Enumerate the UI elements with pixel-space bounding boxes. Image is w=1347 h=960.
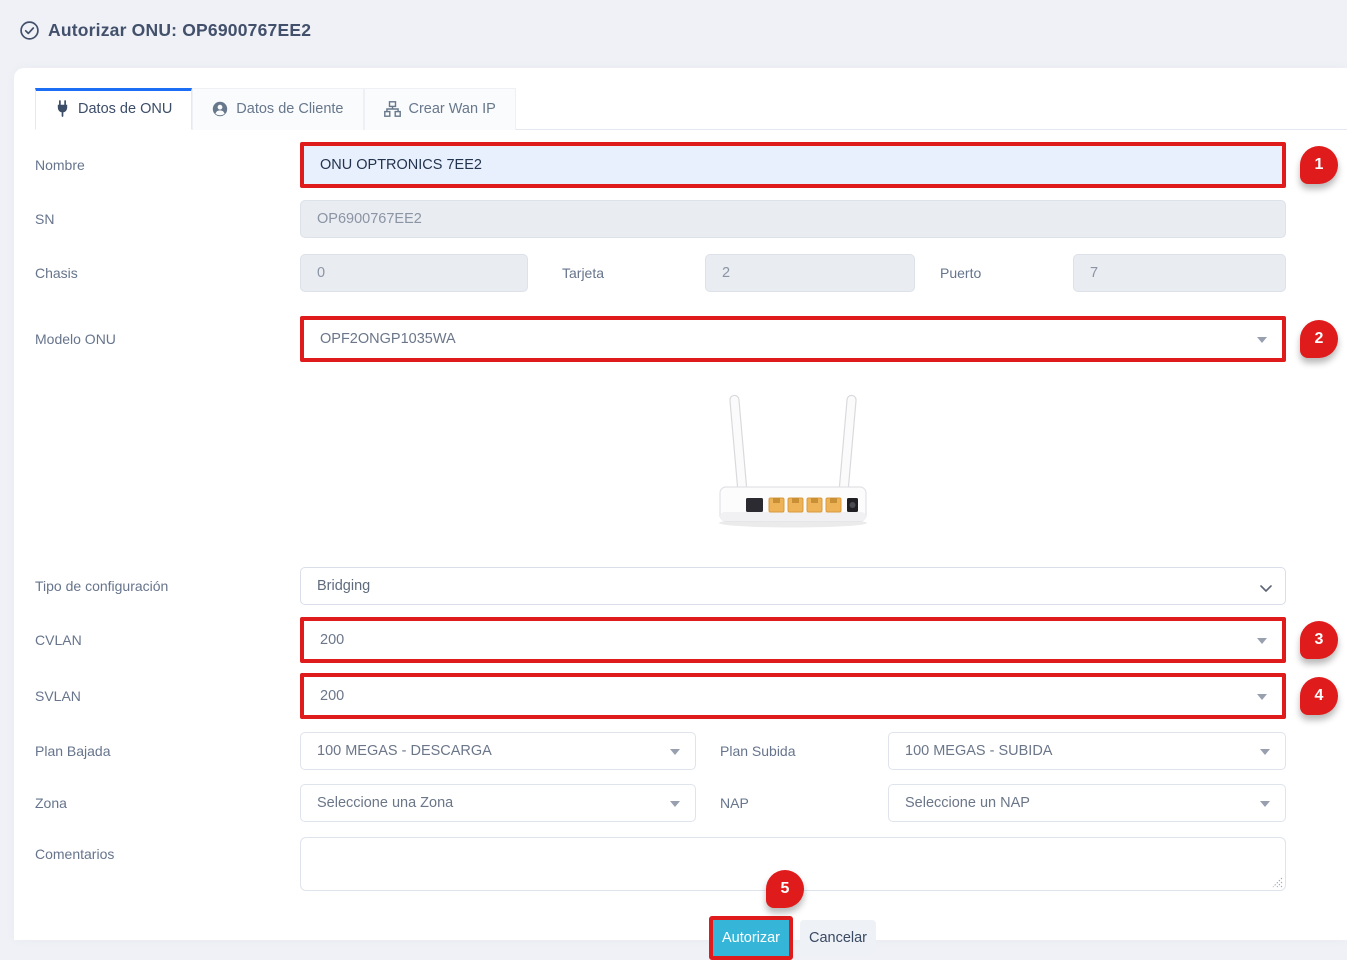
tab-label: Crear Wan IP bbox=[409, 101, 496, 117]
caret-down-icon bbox=[1257, 337, 1267, 343]
tarjeta-label: Tarjeta bbox=[562, 265, 705, 281]
puerto-input bbox=[1073, 254, 1286, 292]
plan-subida-value: 100 MEGAS - SUBIDA bbox=[905, 743, 1052, 759]
chasis-input bbox=[300, 254, 528, 292]
cancelar-button[interactable]: Cancelar bbox=[800, 920, 876, 956]
annotation-box-cvlan: 200 bbox=[300, 617, 1286, 663]
annotation-badge-2: 2 bbox=[1300, 320, 1338, 358]
plan-subida-label: Plan Subida bbox=[720, 743, 888, 759]
annotation-badge-4: 4 bbox=[1300, 677, 1338, 715]
tab-crear-wan-ip[interactable]: Crear Wan IP bbox=[364, 88, 516, 130]
nap-placeholder: Seleccione un NAP bbox=[905, 795, 1030, 811]
sn-label: SN bbox=[35, 211, 300, 227]
modelo-onu-label: Modelo ONU bbox=[35, 331, 300, 347]
zona-label: Zona bbox=[35, 795, 300, 811]
annotation-box-svlan: 200 bbox=[300, 673, 1286, 719]
nap-select[interactable]: Seleccione un NAP bbox=[888, 784, 1286, 822]
modelo-onu-select[interactable]: OPF2ONGP1035WA bbox=[304, 320, 1282, 358]
onu-form: Nombre 1 SN Chasis Tarjeta Puerto bbox=[35, 142, 1286, 960]
modelo-onu-value: OPF2ONGP1035WA bbox=[320, 331, 456, 347]
tab-datos-de-onu[interactable]: Datos de ONU bbox=[35, 88, 192, 130]
plan-bajada-value: 100 MEGAS - DESCARGA bbox=[317, 743, 492, 759]
tab-label: Datos de ONU bbox=[78, 101, 172, 117]
caret-down-icon bbox=[1260, 749, 1270, 755]
zona-placeholder: Seleccione una Zona bbox=[317, 795, 453, 811]
tab-label: Datos de Cliente bbox=[236, 101, 343, 117]
plan-bajada-label: Plan Bajada bbox=[35, 743, 300, 759]
svlan-label: SVLAN bbox=[35, 688, 300, 704]
form-actions: 5 Autorizar Cancelar bbox=[709, 916, 1286, 960]
cvlan-select[interactable]: 200 bbox=[304, 621, 1282, 659]
annotation-badge-3: 3 bbox=[1300, 621, 1338, 659]
cvlan-value: 200 bbox=[320, 632, 344, 648]
check-circle-icon bbox=[20, 21, 39, 40]
svlan-select[interactable]: 200 bbox=[304, 677, 1282, 715]
nombre-input[interactable] bbox=[304, 146, 1282, 184]
chasis-label: Chasis bbox=[35, 265, 300, 281]
annotation-badge-5: 5 bbox=[766, 870, 804, 908]
tab-datos-de-cliente[interactable]: Datos de Cliente bbox=[192, 88, 363, 130]
annotation-box-autorizar: Autorizar bbox=[709, 916, 793, 960]
page-title: Autorizar ONU: OP6900767EE2 bbox=[48, 20, 311, 41]
plug-icon bbox=[55, 100, 70, 117]
zona-select[interactable]: Seleccione una Zona bbox=[300, 784, 696, 822]
caret-down-icon bbox=[1260, 801, 1270, 807]
annotation-badge-1: 1 bbox=[1300, 146, 1338, 184]
page-header: Autorizar ONU: OP6900767EE2 bbox=[20, 20, 311, 41]
tabbar: Datos de ONU Datos de Cliente bbox=[35, 88, 1347, 130]
caret-down-icon bbox=[1257, 694, 1267, 700]
user-circle-icon bbox=[212, 101, 228, 117]
caret-down-icon bbox=[1257, 638, 1267, 644]
tipo-configuracion-select[interactable]: Bridging bbox=[300, 567, 1286, 605]
tarjeta-input bbox=[705, 254, 915, 292]
sn-input bbox=[300, 200, 1286, 238]
plan-subida-select[interactable]: 100 MEGAS - SUBIDA bbox=[888, 732, 1286, 770]
tipo-configuracion-label: Tipo de configuración bbox=[35, 578, 300, 594]
sitemap-icon bbox=[384, 101, 401, 117]
comentarios-label: Comentarios bbox=[35, 837, 300, 862]
nap-label: NAP bbox=[720, 795, 888, 811]
plan-bajada-select[interactable]: 100 MEGAS - DESCARGA bbox=[300, 732, 696, 770]
autorizar-button[interactable]: Autorizar bbox=[713, 920, 789, 956]
puerto-label: Puerto bbox=[940, 265, 1073, 281]
nombre-label: Nombre bbox=[35, 157, 300, 173]
cvlan-label: CVLAN bbox=[35, 632, 300, 648]
onu-router-image bbox=[300, 392, 1286, 530]
annotation-box-modelo: OPF2ONGP1035WA bbox=[300, 316, 1286, 362]
annotation-box-nombre bbox=[300, 142, 1286, 188]
form-card: Datos de ONU Datos de Cliente bbox=[14, 68, 1347, 940]
caret-down-icon bbox=[670, 749, 680, 755]
caret-down-icon bbox=[670, 801, 680, 807]
svlan-value: 200 bbox=[320, 688, 344, 704]
